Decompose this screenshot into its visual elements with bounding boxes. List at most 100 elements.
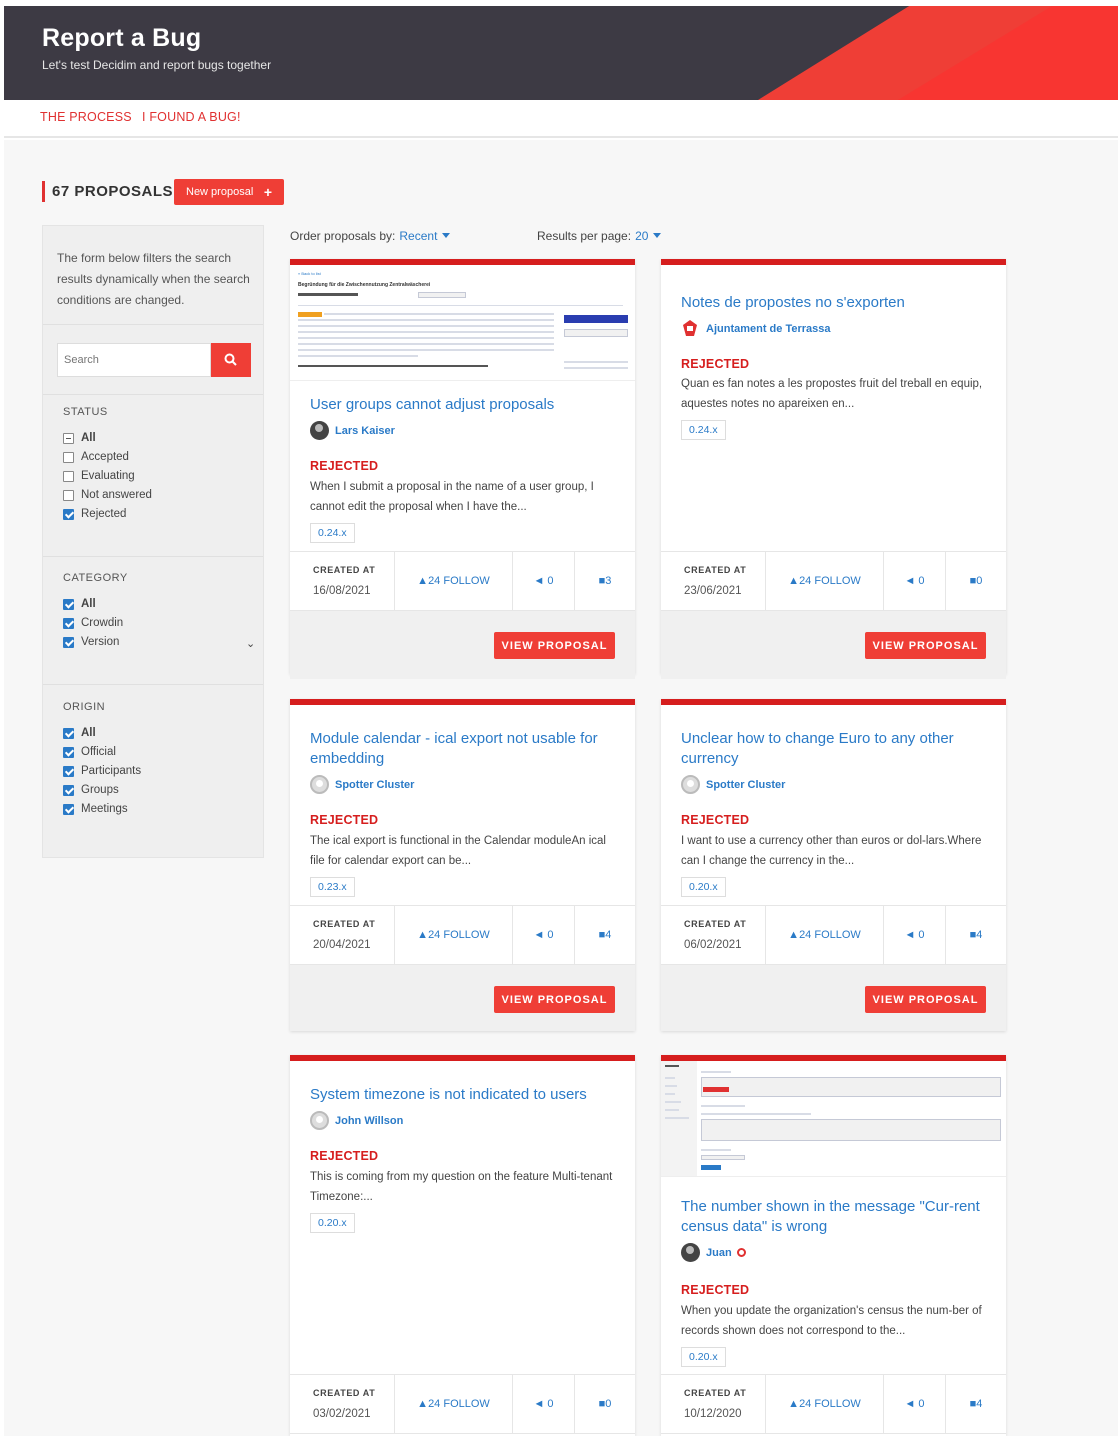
- version-tag[interactable]: 0.23.x: [310, 877, 355, 897]
- follow-count[interactable]: ▲24 FOLLOW: [395, 1398, 512, 1410]
- created-at-label: CREATED AT: [684, 1388, 747, 1398]
- origin-option-groups[interactable]: Groups: [63, 782, 141, 801]
- status-option-rejected[interactable]: Rejected: [63, 506, 152, 525]
- checkbox[interactable]: [63, 433, 74, 444]
- comment-count: ■4: [575, 929, 635, 941]
- proposal-author[interactable]: Lars Kaiser: [310, 421, 395, 441]
- follow-cell[interactable]: ▲24 FOLLOW: [766, 552, 884, 610]
- option-label: Participants: [81, 765, 142, 777]
- view-proposal-button[interactable]: VIEW PROPOSAL: [865, 986, 986, 1013]
- megaphone-icon: ◄: [904, 1398, 916, 1410]
- version-tag[interactable]: 0.20.x: [681, 877, 726, 897]
- proposal-author[interactable]: John Willson: [310, 1111, 403, 1131]
- endorsement-cell: ◄ 0: [513, 552, 575, 610]
- chevron-down-icon[interactable]: ⌄: [246, 636, 255, 653]
- proposal-title[interactable]: The number shown in the message "Cur-ren…: [681, 1197, 991, 1237]
- avatar: [310, 421, 329, 440]
- checkbox[interactable]: [63, 452, 74, 463]
- status-option-all[interactable]: All: [63, 430, 152, 449]
- checkbox[interactable]: [63, 766, 74, 777]
- comment-cell: ■0: [946, 552, 1006, 610]
- origin-option-participants[interactable]: Participants: [63, 763, 141, 782]
- proposal-card[interactable]: « Back to list Begründung für die Zwisch…: [290, 259, 635, 679]
- view-proposal-button[interactable]: VIEW PROPOSAL: [494, 632, 615, 659]
- created-at-cell: CREATED AT 06/02/2021: [661, 906, 766, 964]
- created-at-date: 03/02/2021: [313, 1408, 371, 1420]
- thumb-line: [665, 1077, 675, 1079]
- proposal-author[interactable]: Juan: [681, 1243, 746, 1263]
- checkbox[interactable]: [63, 804, 74, 815]
- follow-label: 24 FOLLOW: [428, 1398, 490, 1410]
- proposal-title[interactable]: Notes de propostes no s'exporten: [681, 293, 991, 313]
- status-option-accepted[interactable]: Accepted: [63, 449, 152, 468]
- proposal-card[interactable]: Notes de propostes no s'exporten Ajuntam…: [661, 259, 1006, 679]
- per-page-value[interactable]: 20: [635, 229, 648, 243]
- thumb-line: [665, 1109, 679, 1111]
- thumb-line: [298, 325, 554, 327]
- proposal-card[interactable]: Module calendar - ical export not usable…: [290, 699, 635, 1031]
- status-option-evaluating[interactable]: Evaluating: [63, 468, 152, 487]
- avatar: [681, 1243, 700, 1262]
- comment-value: 4: [976, 1398, 983, 1410]
- view-proposal-button[interactable]: VIEW PROPOSAL: [865, 632, 986, 659]
- follow-cell[interactable]: ▲24 FOLLOW: [766, 906, 884, 964]
- follow-count[interactable]: ▲24 FOLLOW: [766, 575, 883, 587]
- follow-cell[interactable]: ▲24 FOLLOW: [395, 1375, 513, 1433]
- proposal-card[interactable]: The number shown in the message "Cur-ren…: [661, 1055, 1006, 1436]
- order-value[interactable]: Recent: [399, 229, 437, 243]
- tab-i-found-a-bug[interactable]: I FOUND A BUG!: [142, 110, 241, 124]
- category-option-crowdin[interactable]: Crowdin: [63, 615, 128, 634]
- version-tag[interactable]: 0.24.x: [310, 523, 355, 543]
- proposal-author[interactable]: Spotter Cluster: [681, 775, 785, 795]
- follow-cell[interactable]: ▲24 FOLLOW: [395, 906, 513, 964]
- origin-option-all[interactable]: All: [63, 725, 141, 744]
- proposal-title[interactable]: System timezone is not indicated to user…: [310, 1085, 620, 1105]
- new-proposal-button[interactable]: New proposal +: [174, 179, 284, 205]
- proposal-title[interactable]: User groups cannot adjust proposals: [310, 395, 620, 415]
- category-option-all[interactable]: All: [63, 596, 128, 615]
- card-footer: VIEW PROPOSAL: [290, 965, 635, 1031]
- version-tag[interactable]: 0.20.x: [681, 1347, 726, 1367]
- follow-count[interactable]: ▲24 FOLLOW: [395, 929, 512, 941]
- author-name: Spotter Cluster: [335, 779, 415, 791]
- comment-cell: ■4: [946, 906, 1006, 964]
- follow-count[interactable]: ▲24 FOLLOW: [766, 1398, 883, 1410]
- status-badge: REJECTED: [310, 1149, 379, 1163]
- order-selector[interactable]: Order proposals by: Recent: [290, 229, 451, 243]
- follow-cell[interactable]: ▲24 FOLLOW: [766, 1375, 884, 1433]
- category-option-version[interactable]: Version ⌄: [63, 634, 255, 653]
- proposal-meta: CREATED AT 20/04/2021 ▲24 FOLLOW ◄ 0 ■4: [290, 905, 635, 965]
- proposal-title[interactable]: Unclear how to change Euro to any other …: [681, 729, 991, 769]
- checkbox[interactable]: [63, 471, 74, 482]
- search-input[interactable]: [57, 343, 211, 377]
- checkbox[interactable]: [63, 618, 74, 629]
- proposal-card[interactable]: System timezone is not indicated to user…: [290, 1055, 635, 1436]
- origin-option-official[interactable]: Official: [63, 744, 141, 763]
- checkbox[interactable]: [63, 747, 74, 758]
- view-proposal-button[interactable]: VIEW PROPOSAL: [494, 986, 615, 1013]
- checkbox[interactable]: [63, 599, 74, 610]
- status-badge: REJECTED: [681, 357, 750, 371]
- per-page-selector[interactable]: Results per page: 20: [537, 229, 662, 243]
- version-tag[interactable]: 0.20.x: [310, 1213, 355, 1233]
- status-option-not-answered[interactable]: Not answered: [63, 487, 152, 506]
- checkbox[interactable]: [63, 490, 74, 501]
- follow-cell[interactable]: ▲24 FOLLOW: [395, 552, 513, 610]
- follow-label: 24 FOLLOW: [428, 575, 490, 587]
- follow-count[interactable]: ▲24 FOLLOW: [766, 929, 883, 941]
- proposal-title[interactable]: Module calendar - ical export not usable…: [310, 729, 620, 769]
- checkbox[interactable]: [63, 509, 74, 520]
- proposal-author[interactable]: Ajuntament de Terrassa: [681, 319, 831, 339]
- origin-option-meetings[interactable]: Meetings: [63, 801, 141, 820]
- checkbox[interactable]: [63, 785, 74, 796]
- follow-count[interactable]: ▲24 FOLLOW: [395, 575, 512, 587]
- checkbox[interactable]: [63, 728, 74, 739]
- search-button[interactable]: [211, 343, 251, 377]
- divider: [43, 556, 263, 557]
- version-tag[interactable]: 0.24.x: [681, 420, 726, 440]
- per-page-label: Results per page:: [537, 229, 632, 243]
- proposal-card[interactable]: Unclear how to change Euro to any other …: [661, 699, 1006, 1031]
- proposal-author[interactable]: Spotter Cluster: [310, 775, 414, 795]
- tab-the-process[interactable]: THE PROCESS: [40, 110, 132, 124]
- checkbox[interactable]: [63, 637, 74, 648]
